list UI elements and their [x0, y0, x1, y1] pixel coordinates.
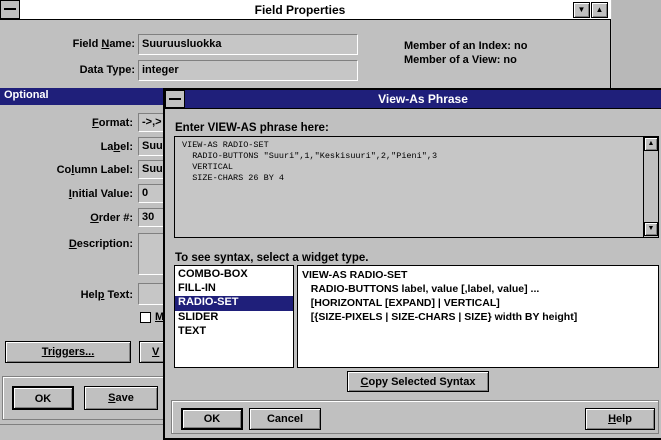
- phrase-prompt: Enter VIEW-AS phrase here:: [175, 122, 329, 134]
- ok-button[interactable]: OK: [12, 386, 74, 410]
- syntax-display: VIEW-AS RADIO-SET RADIO-BUTTONS label, v…: [297, 265, 659, 368]
- field-name-label: Field Name:: [72, 38, 135, 50]
- data-type-value: integer: [138, 60, 358, 81]
- scroll-down-icon[interactable]: ▼: [644, 222, 658, 236]
- maximize-icon[interactable]: ▲: [591, 2, 608, 18]
- widget-type-item[interactable]: FILL-IN: [175, 282, 293, 296]
- dialog-system-menu-icon[interactable]: [165, 90, 185, 108]
- copy-selected-syntax-button[interactable]: Copy Selected Syntax: [347, 371, 489, 392]
- mandatory-checkbox[interactable]: [140, 312, 151, 323]
- window-title: Field Properties: [254, 3, 346, 17]
- help-text-label: Help Text:: [80, 289, 133, 301]
- widget-type-item-selected[interactable]: RADIO-SET: [175, 296, 293, 311]
- phrase-editor[interactable]: VIEW-AS RADIO-SET RADIO-BUTTONS "Suuri",…: [174, 136, 659, 238]
- widget-type-item[interactable]: SLIDER: [175, 311, 293, 325]
- phrase-line: VERTICAL: [182, 162, 234, 172]
- save-button[interactable]: Save: [84, 386, 158, 410]
- phrase-line: RADIO-BUTTONS "Suuri",1,"Keskisuuri",2,"…: [182, 151, 438, 161]
- field-properties-titlebar[interactable]: Field Properties ▼ ▲: [0, 0, 611, 20]
- syntax-line: [HORIZONTAL [EXPAND] | VERTICAL]: [302, 297, 500, 309]
- syntax-line: [{SIZE-PIXELS | SIZE-CHARS | SIZE} width…: [302, 311, 578, 323]
- field-name-input[interactable]: Suuruusluokka: [138, 34, 358, 55]
- syntax-line: VIEW-AS RADIO-SET: [302, 269, 408, 281]
- minimize-icon[interactable]: ▼: [573, 2, 590, 18]
- view-as-phrase-dialog: View-As Phrase Enter VIEW-AS phrase here…: [163, 88, 661, 440]
- syntax-prompt: To see syntax, select a widget type.: [175, 252, 369, 264]
- dialog-title: View-As Phrase: [378, 92, 468, 106]
- widget-type-item[interactable]: COMBO-BOX: [175, 268, 293, 282]
- member-of-view-text: Member of a View: no: [404, 54, 517, 66]
- dialog-help-button[interactable]: Help: [585, 408, 655, 430]
- label-label: Label:: [100, 141, 133, 153]
- phrase-scrollbar[interactable]: ▲ ▼: [643, 137, 658, 237]
- syntax-line: RADIO-BUTTONS label, value [,label, valu…: [302, 283, 540, 295]
- description-label: Description:: [68, 238, 133, 250]
- column-label-label: Column Label:: [56, 164, 133, 176]
- order-label: Order #:: [90, 212, 133, 224]
- format-label: Format:: [92, 117, 133, 129]
- member-of-index-text: Member of an Index: no: [404, 40, 528, 52]
- view-as-titlebar[interactable]: View-As Phrase: [165, 90, 661, 109]
- widget-type-item[interactable]: TEXT: [175, 325, 293, 339]
- dialog-ok-button[interactable]: OK: [181, 408, 243, 430]
- phrase-line: SIZE-CHARS 26 BY 4: [182, 173, 285, 183]
- initial-value-label: Initial Value:: [68, 188, 133, 200]
- phrase-line: VIEW-AS RADIO-SET: [182, 140, 269, 150]
- dialog-cancel-button[interactable]: Cancel: [249, 408, 321, 430]
- triggers-button[interactable]: Triggers...: [5, 341, 131, 363]
- data-type-label: Data Type:: [79, 64, 135, 76]
- system-menu-icon[interactable]: [0, 0, 20, 19]
- widget-type-list[interactable]: COMBO-BOX FILL-IN RADIO-SET SLIDER TEXT: [174, 265, 294, 368]
- scroll-up-icon[interactable]: ▲: [644, 137, 658, 151]
